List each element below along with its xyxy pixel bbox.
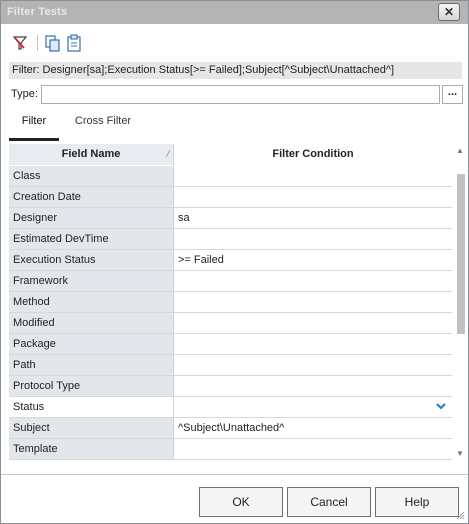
type-browse-button[interactable]: ... [442,85,463,104]
table-row[interactable]: Subject ^Subject\Unattached^ [9,418,452,439]
table-row[interactable]: Package [9,334,452,355]
table-row[interactable]: Template [9,439,452,460]
copy-icon[interactable] [43,34,61,52]
filter-condition-cell[interactable] [174,334,452,354]
filter-condition-cell[interactable] [174,355,452,375]
filter-condition-cell[interactable] [174,439,452,459]
field-name-cell: Subject [9,418,174,438]
table-row[interactable]: Creation Date [9,187,452,208]
field-name-cell: Designer [9,208,174,228]
vertical-scrollbar[interactable]: ▲ ▼ [454,144,468,460]
toolbar [1,26,468,60]
table-row-selected[interactable]: Status [9,397,452,418]
field-name-cell: Status [9,397,174,417]
toolbar-separator [37,35,38,51]
table-row[interactable]: Estimated DevTime [9,229,452,250]
filter-clear-icon[interactable] [11,34,29,52]
dialog-title: Filter Tests [7,6,68,18]
filter-tests-dialog: Filter Tests ✕ Filter: Designer[sa];Exec… [0,0,469,524]
field-name-cell: Estimated DevTime [9,229,174,249]
filter-summary: Filter: Designer[sa];Execution Status[>=… [9,62,462,79]
type-input[interactable] [41,85,440,104]
scroll-down-icon[interactable]: ▼ [456,449,464,458]
filter-condition-cell[interactable]: ^Subject\Unattached^ [174,418,452,438]
help-button[interactable]: Help [375,487,459,517]
filter-condition-cell[interactable] [174,292,452,312]
filter-condition-cell[interactable] [174,187,452,207]
resize-grip-icon[interactable] [455,510,465,520]
column-header-filter-condition[interactable]: Filter Condition [174,144,452,165]
ok-button[interactable]: OK [199,487,283,517]
table-row[interactable]: Path [9,355,452,376]
filter-grid: Field Name ⁄ Filter Condition Class Crea… [9,144,469,460]
tab-bar: Filter Cross Filter [9,109,462,141]
tab-filter[interactable]: Filter [9,109,59,141]
field-name-cell: Execution Status [9,250,174,270]
close-button[interactable]: ✕ [438,3,460,21]
grid-rows: Class Creation Date Designer sa Estimate… [9,166,452,460]
scrollbar-thumb[interactable] [457,174,465,334]
field-name-cell: Creation Date [9,187,174,207]
column-header-field-name[interactable]: Field Name ⁄ [9,144,174,165]
title-bar: Filter Tests ✕ [1,1,468,24]
field-name-cell: Framework [9,271,174,291]
scroll-up-icon[interactable]: ▲ [456,146,464,155]
table-row[interactable]: Protocol Type [9,376,452,397]
field-name-cell: Class [9,166,174,186]
field-name-cell: Path [9,355,174,375]
table-row[interactable]: Class [9,166,452,187]
field-name-cell: Template [9,439,174,459]
table-row[interactable]: Framework [9,271,452,292]
table-row[interactable]: Modified [9,313,452,334]
table-row[interactable]: Execution Status >= Failed [9,250,452,271]
field-name-cell: Modified [9,313,174,333]
tab-cross-filter[interactable]: Cross Filter [65,109,141,141]
filter-condition-cell[interactable] [174,166,452,186]
table-row[interactable]: Method [9,292,452,313]
footer-divider [1,474,468,475]
filter-condition-cell[interactable]: >= Failed [174,250,452,270]
field-name-cell: Method [9,292,174,312]
table-row[interactable]: Designer sa [9,208,452,229]
filter-condition-cell[interactable] [174,376,452,396]
sort-icon: ⁄ [167,149,169,159]
filter-condition-cell[interactable]: sa [174,208,452,228]
filter-condition-cell[interactable] [174,313,452,333]
chevron-down-icon[interactable] [431,397,451,417]
type-label: Type: [11,88,38,100]
filter-condition-cell[interactable] [174,229,452,249]
filter-condition-cell[interactable] [174,397,452,417]
field-name-cell: Package [9,334,174,354]
column-header-field-name-label: Field Name [61,148,121,160]
field-name-cell: Protocol Type [9,376,174,396]
filter-condition-cell[interactable] [174,271,452,291]
grid-header: Field Name ⁄ Filter Condition [9,144,452,165]
paste-icon[interactable] [65,34,83,52]
cancel-button[interactable]: Cancel [287,487,371,517]
